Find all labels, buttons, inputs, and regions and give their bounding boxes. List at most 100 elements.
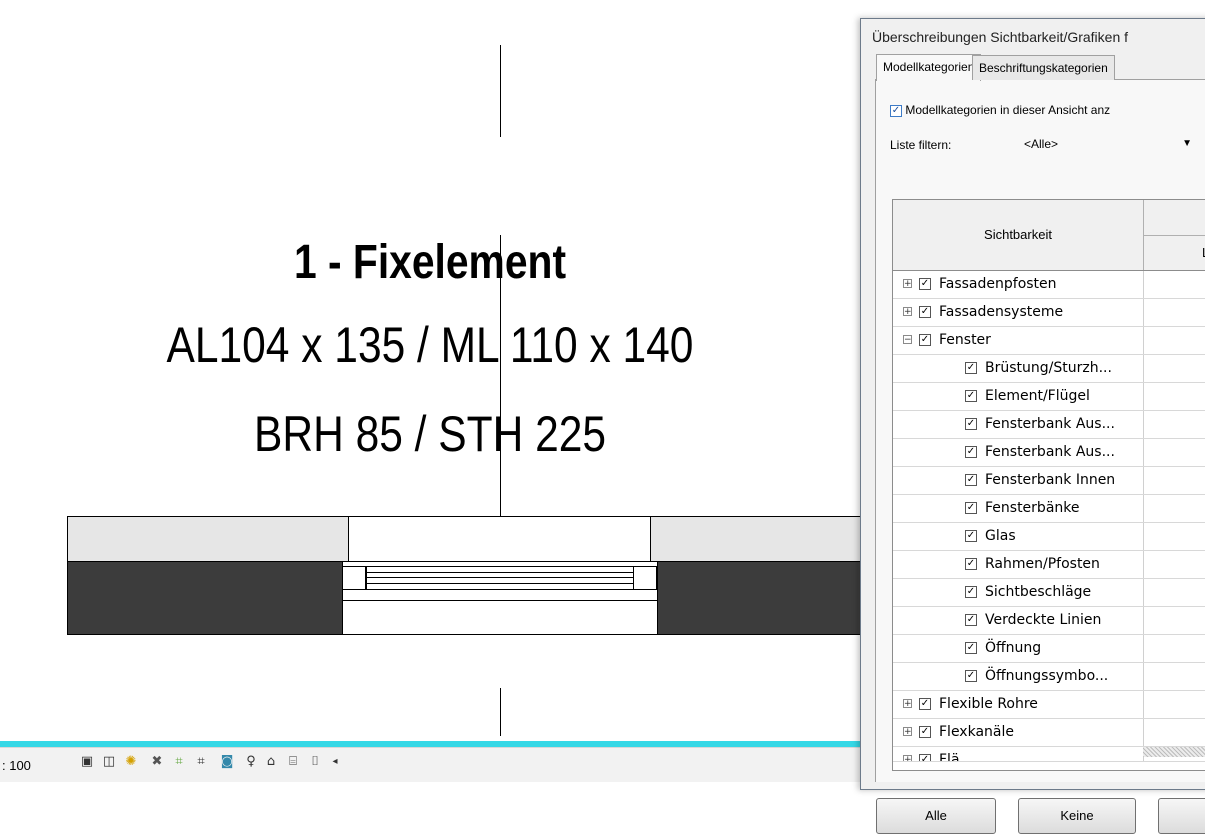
detail-level-icon[interactable]: ▣ (78, 754, 96, 770)
window-sill-zone[interactable] (348, 516, 651, 562)
visibility-checkbox[interactable]: ✓ (919, 754, 931, 761)
visibility-checkbox[interactable]: ✓ (919, 698, 931, 710)
sash-glass[interactable] (366, 566, 634, 590)
visibility-checkbox[interactable]: ✓ (965, 390, 977, 402)
table-row[interactable]: ✓ Verdeckte Linien (893, 607, 1205, 635)
projection-lines-cell[interactable] (1143, 299, 1205, 326)
visibility-checkbox[interactable]: ✓ (965, 670, 977, 682)
projection-lines-cell[interactable] (1143, 467, 1205, 494)
table-row[interactable]: ✓ Sichtbeschläge (893, 579, 1205, 607)
table-row[interactable]: ✓ Fensterbank Aus... (893, 411, 1205, 439)
category-label: Rahmen/Pfosten (985, 556, 1100, 572)
category-label: Fenster (939, 332, 991, 348)
projection-lines-cell[interactable] (1143, 383, 1205, 410)
window-tag-title[interactable]: 1 - Fixelement (65, 235, 796, 290)
drawing-canvas[interactable]: 1 - Fixelement AL104 x 135 / ML 110 x 14… (0, 0, 862, 740)
table-row[interactable]: + ✓ Fassadenpfosten (893, 271, 1205, 299)
visibility-checkbox[interactable]: ✓ (919, 306, 931, 318)
sun-path-icon[interactable]: ✺ (122, 754, 140, 770)
checkbox-checked-icon: ✓ (890, 104, 902, 117)
table-row[interactable]: ✓ Öffnungssymbo... (893, 663, 1205, 691)
visibility-checkbox[interactable]: ✓ (965, 502, 977, 514)
projection-lines-cell[interactable] (1143, 635, 1205, 662)
table-row[interactable]: + ✓ Flexkanäle (893, 719, 1205, 747)
show-crop-icon[interactable]: ⌗ (192, 754, 210, 770)
table-row[interactable]: + ✓ Fassadensysteme (893, 299, 1205, 327)
visibility-checkbox[interactable]: ✓ (919, 334, 931, 346)
projection-lines-cell[interactable] (1143, 411, 1205, 438)
visibility-checkbox[interactable]: ✓ (965, 642, 977, 654)
table-row[interactable]: − ✓ Fenster (893, 327, 1205, 355)
projection-lines-cell[interactable] (1143, 271, 1205, 298)
scroll-left-icon[interactable]: ◂ (326, 754, 344, 770)
table-row[interactable]: + ✓ Flexible Rohre (893, 691, 1205, 719)
frame-right[interactable] (633, 566, 657, 590)
table-row[interactable]: ✓ Fensterbänke (893, 495, 1205, 523)
table-row[interactable]: ✓ Fensterbank Aus... (893, 439, 1205, 467)
expand-icon[interactable]: + (903, 279, 912, 289)
frame-left[interactable] (342, 566, 366, 590)
analytical-model-icon[interactable]: ⌸ (284, 754, 302, 770)
category-table: Sichtbarkeit L + ✓ Fassadenpfosten + ✓ Fassad… (892, 199, 1205, 771)
visibility-checkbox[interactable]: ✓ (965, 530, 977, 542)
wall-right-upper[interactable] (650, 516, 862, 562)
table-row[interactable]: ✓ Öffnung (893, 635, 1205, 663)
projection-lines-cell[interactable] (1143, 579, 1205, 606)
reveal-hidden-icon[interactable]: ♀ (242, 754, 260, 770)
table-row[interactable]: ✓ Fensterbank Innen (893, 467, 1205, 495)
visibility-checkbox[interactable]: ✓ (965, 362, 977, 374)
expand-icon[interactable]: + (903, 755, 912, 761)
projection-lines-cell[interactable] (1143, 691, 1205, 718)
select-all-button[interactable]: Alle (876, 798, 996, 834)
header-visibility[interactable]: Sichtbarkeit (893, 200, 1144, 270)
visibility-checkbox[interactable]: ✓ (919, 726, 931, 738)
projection-lines-cell[interactable] (1143, 551, 1205, 578)
window-tag-heights[interactable]: BRH 85 / STH 225 (65, 405, 796, 463)
visibility-checkbox[interactable]: ✓ (965, 446, 977, 458)
projection-lines-cell[interactable] (1143, 495, 1205, 522)
projection-lines-cell[interactable] (1143, 523, 1205, 550)
expand-icon[interactable]: + (903, 727, 912, 737)
projection-lines-cell[interactable] (1143, 355, 1205, 382)
view-control-bar: : 100 ▣ ◫ ✺ ✖ ⌗ ⌗ ◙ ♀ ⌂ ⌸ ⌷ ◂ (0, 747, 870, 782)
tab-annotation-categories[interactable]: Beschriftungskategorien (972, 55, 1115, 80)
table-row[interactable]: + ✓ Flä... (893, 747, 1205, 762)
shadows-icon[interactable]: ✖ (148, 754, 166, 770)
visual-style-icon[interactable]: ◫ (100, 754, 118, 770)
table-row[interactable]: ✓ Glas (893, 523, 1205, 551)
table-row[interactable]: ✓ Rahmen/Pfosten (893, 551, 1205, 579)
header-lines[interactable]: L (1144, 235, 1205, 270)
projection-lines-cell[interactable] (1143, 663, 1205, 690)
visibility-checkbox[interactable]: ✓ (965, 558, 977, 570)
filter-dropdown[interactable]: <Alle> ▼ (1002, 130, 1192, 158)
dialog-title: Überschreibungen Sichtbarkeit/Grafiken f (872, 29, 1129, 45)
invert-button[interactable] (1158, 798, 1205, 834)
visibility-checkbox[interactable]: ✓ (965, 614, 977, 626)
wall-left-upper[interactable] (67, 516, 349, 562)
highlight-displacement-icon[interactable]: ⌷ (306, 754, 324, 770)
projection-lines-cell[interactable] (1143, 607, 1205, 634)
table-row[interactable]: ✓ Brüstung/Sturzh... (893, 355, 1205, 383)
table-row[interactable]: ✓ Element/Flügel (893, 383, 1205, 411)
wall-right-lower[interactable] (657, 561, 862, 635)
visibility-checkbox[interactable]: ✓ (965, 418, 977, 430)
projection-lines-cell[interactable] (1143, 327, 1205, 354)
lock-3d-icon[interactable]: ⌂ (262, 754, 280, 770)
tab-model-categories[interactable]: Modellkategorien (876, 54, 982, 81)
projection-lines-cell[interactable] (1143, 439, 1205, 466)
expand-icon[interactable]: + (903, 307, 912, 317)
window-tag-dimensions[interactable]: AL104 x 135 / ML 110 x 140 (65, 316, 796, 374)
glass-line-2 (366, 577, 634, 578)
temporary-hide-icon[interactable]: ◙ (218, 754, 236, 770)
view-scale[interactable]: : 100 (2, 758, 31, 773)
expand-icon[interactable]: + (903, 699, 912, 709)
select-none-button[interactable]: Keine (1018, 798, 1136, 834)
projection-lines-cell[interactable] (1143, 719, 1205, 746)
crop-view-icon[interactable]: ⌗ (170, 754, 188, 770)
visibility-checkbox[interactable]: ✓ (919, 278, 931, 290)
collapse-icon[interactable]: − (903, 335, 912, 345)
show-model-categories-checkbox[interactable]: ✓ Modellkategorien in dieser Ansicht anz (890, 103, 1110, 117)
visibility-checkbox[interactable]: ✓ (965, 474, 977, 486)
visibility-checkbox[interactable]: ✓ (965, 586, 977, 598)
wall-left-lower[interactable] (67, 561, 343, 635)
